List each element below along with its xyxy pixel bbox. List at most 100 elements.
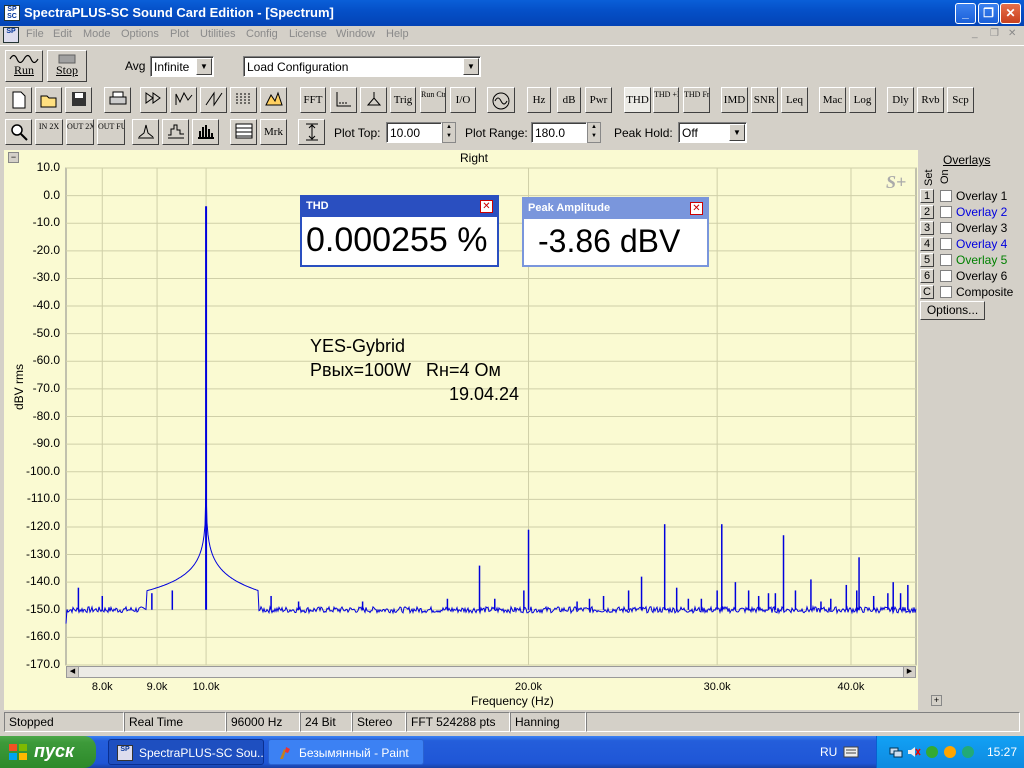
scp-button[interactable]: Scp xyxy=(947,87,974,113)
overlay-checkbox[interactable] xyxy=(940,270,952,282)
volume-muted-icon[interactable] xyxy=(907,745,921,759)
update-icon[interactable] xyxy=(943,745,957,759)
pwr-button[interactable]: Pwr xyxy=(585,87,612,113)
sawtooth-button[interactable] xyxy=(200,87,227,113)
plot-top-spinner[interactable]: ▲ ▼ xyxy=(442,122,456,143)
trigger-level-button[interactable] xyxy=(360,87,387,113)
thd-freq-button[interactable]: THD Freq xyxy=(683,87,710,113)
mdi-minimize-icon[interactable]: _ xyxy=(972,28,978,39)
spectrogram-button[interactable] xyxy=(230,87,257,113)
db-button[interactable]: dB xyxy=(557,87,581,113)
zoom-button[interactable] xyxy=(5,119,32,145)
leq-button[interactable]: Leq xyxy=(781,87,808,113)
generator-button[interactable] xyxy=(487,87,515,113)
security-icon[interactable] xyxy=(925,745,939,759)
avg-select[interactable]: Infinite ▼ xyxy=(150,56,214,77)
menu-plot[interactable]: Plot xyxy=(170,28,189,40)
io-button[interactable]: I/O xyxy=(450,87,476,113)
overlay-set-button[interactable]: C xyxy=(920,285,934,299)
mac-button[interactable]: Mac xyxy=(819,87,846,113)
task-spectraplus[interactable]: SP SpectraPLUS-SC Sou... xyxy=(108,739,264,765)
menu-options[interactable]: Options xyxy=(121,28,159,40)
plot-range-input[interactable]: 180.0 xyxy=(531,122,587,143)
peak-hold-select[interactable]: Off ▼ xyxy=(678,122,747,143)
open-button[interactable] xyxy=(35,87,62,113)
overlay-set-button[interactable]: 1 xyxy=(920,189,934,203)
close-icon[interactable]: ✕ xyxy=(690,202,703,215)
rvb-button[interactable]: Rvb xyxy=(917,87,944,113)
chevron-down-icon[interactable]: ▼ xyxy=(196,58,212,75)
mdi-restore-icon[interactable]: ❐ xyxy=(990,28,999,39)
menu-window[interactable]: Window xyxy=(336,28,375,40)
overlay-set-button[interactable]: 4 xyxy=(920,237,934,251)
thd-n-button[interactable]: THD +N xyxy=(653,87,679,113)
fft-button[interactable]: FFT xyxy=(300,87,326,113)
menu-file[interactable]: File xyxy=(26,28,44,40)
expand-icon[interactable]: + xyxy=(931,695,942,706)
close-button[interactable]: ✕ xyxy=(1000,3,1021,24)
plot-range-spinner[interactable]: ▲ ▼ xyxy=(587,122,601,143)
keyboard-icon[interactable] xyxy=(843,746,859,758)
dly-button[interactable]: Dly xyxy=(887,87,914,113)
run-button[interactable]: Run xyxy=(5,50,43,82)
network-icon[interactable] xyxy=(889,745,903,759)
chevron-down-icon[interactable]: ▼ xyxy=(463,58,479,75)
fast-forward-button[interactable] xyxy=(140,87,167,113)
recorder-button[interactable] xyxy=(170,87,197,113)
mdi-close-icon[interactable]: ✕ xyxy=(1008,28,1016,39)
start-button[interactable]: пуск xyxy=(0,736,96,768)
thd-meter[interactable]: THD ✕ 0.000255 % xyxy=(300,195,499,267)
overlay-checkbox[interactable] xyxy=(940,286,952,298)
zoom-in-2x-button[interactable]: IN 2X xyxy=(35,119,63,145)
trig-button[interactable]: Trig xyxy=(390,87,416,113)
imd-button[interactable]: IMD xyxy=(721,87,748,113)
mdi-doc-icon[interactable]: SP xyxy=(3,27,19,43)
line-plot-button[interactable] xyxy=(132,119,159,145)
log-button[interactable]: Log xyxy=(849,87,876,113)
overlay-checkbox[interactable] xyxy=(940,238,952,250)
options-button[interactable]: Options... xyxy=(920,301,985,320)
overlay-checkbox[interactable] xyxy=(940,254,952,266)
menu-license[interactable]: License xyxy=(289,28,327,40)
scroll-right-icon[interactable]: ▶ xyxy=(903,667,915,677)
marker-button[interactable]: Mrk xyxy=(260,119,287,145)
close-icon[interactable]: ✕ xyxy=(480,200,493,213)
scroll-left-icon[interactable]: ◀ xyxy=(67,667,79,677)
config-select[interactable]: Load Configuration ▼ xyxy=(243,56,481,77)
overlay-checkbox[interactable] xyxy=(940,190,952,202)
language-indicator[interactable]: RU xyxy=(820,745,837,759)
chevron-down-icon[interactable]: ▼ xyxy=(729,124,745,141)
restore-button[interactable]: ❐ xyxy=(978,3,999,24)
thd-button[interactable]: THD xyxy=(624,87,651,113)
scale-button[interactable] xyxy=(330,87,357,113)
minimize-button[interactable]: _ xyxy=(955,3,976,24)
bar-plot-button[interactable] xyxy=(192,119,219,145)
run-ctrl-button[interactable]: Run Ctrl xyxy=(420,87,446,113)
hz-button[interactable]: Hz xyxy=(527,87,551,113)
menu-config[interactable]: Config xyxy=(246,28,278,40)
overlay-checkbox[interactable] xyxy=(940,206,952,218)
connection-icon[interactable] xyxy=(961,745,975,759)
zoom-out-full-button[interactable]: OUT FULL xyxy=(97,119,125,145)
plot-top-input[interactable]: 10.00 xyxy=(386,122,442,143)
menu-edit[interactable]: Edit xyxy=(53,28,72,40)
horizontal-scrollbar[interactable]: ◀ ▶ xyxy=(66,666,916,678)
step-plot-button[interactable] xyxy=(162,119,189,145)
3d-surface-button[interactable] xyxy=(260,87,287,113)
peak-amplitude-meter[interactable]: Peak Amplitude ✕ -3.86 dBV xyxy=(522,197,709,267)
overlay-checkbox[interactable] xyxy=(940,222,952,234)
new-button[interactable] xyxy=(5,87,32,113)
task-paint[interactable]: Безымянный - Paint xyxy=(268,739,424,765)
snr-button[interactable]: SNR xyxy=(751,87,778,113)
overlay-set-button[interactable]: 3 xyxy=(920,221,934,235)
overlay-set-button[interactable]: 5 xyxy=(920,253,934,267)
table-button[interactable] xyxy=(230,119,257,145)
menu-mode[interactable]: Mode xyxy=(83,28,111,40)
overlay-set-button[interactable]: 6 xyxy=(920,269,934,283)
menu-utilities[interactable]: Utilities xyxy=(200,28,235,40)
spectrum-plot-window[interactable]: − Right dBV rms Frequency (Hz) S+ 10.0 0.… xyxy=(4,150,942,710)
scale-range-button[interactable] xyxy=(298,119,325,145)
menu-help[interactable]: Help xyxy=(386,28,409,40)
stop-button[interactable]: Stop xyxy=(47,50,87,82)
zoom-out-2x-button[interactable]: OUT 2X xyxy=(66,119,94,145)
